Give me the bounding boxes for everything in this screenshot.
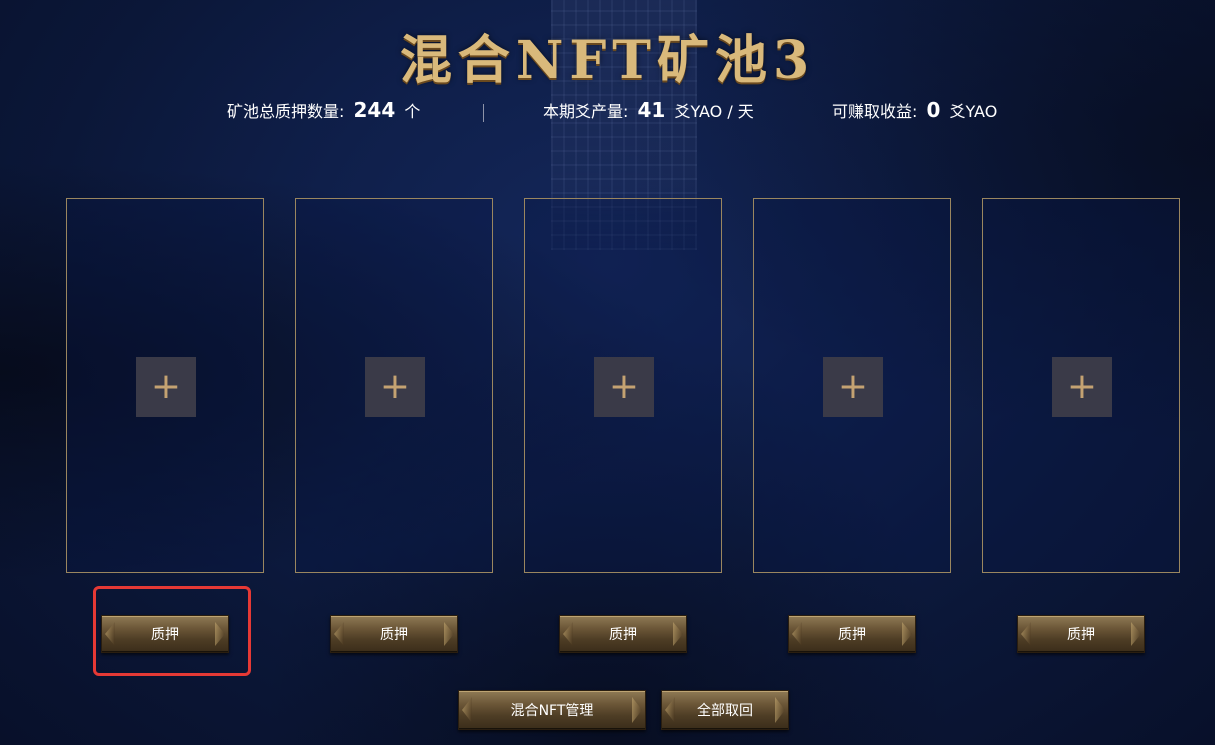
stake-button-1[interactable]: 质押 <box>101 615 229 653</box>
withdraw-all-button[interactable]: 全部取回 <box>661 690 789 730</box>
stats-divider <box>483 104 484 122</box>
stat-period-output: 本期爻产量: 41 爻YAO / 天 <box>543 98 754 122</box>
nft-slot-2: + <box>295 198 493 573</box>
page-title: 混合NFT矿池3 <box>399 30 816 91</box>
nft-slot-5: + <box>982 198 1180 573</box>
stat-total-staked-unit: 个 <box>404 102 421 121</box>
stat-earnable-unit: 爻YAO <box>949 102 998 121</box>
stat-total-staked-value: 244 <box>353 98 396 122</box>
stat-total-staked-label: 矿池总质押数量: <box>227 102 345 121</box>
plus-icon: + <box>150 366 182 407</box>
manage-nft-button[interactable]: 混合NFT管理 <box>458 690 646 730</box>
pool-stats: 矿池总质押数量: 244 个 本期爻产量: 41 爻YAO / 天 可赚取收益:… <box>0 98 1215 124</box>
stat-period-output-label: 本期爻产量: <box>543 102 629 121</box>
stat-period-output-unit: 爻YAO / 天 <box>674 102 754 121</box>
add-nft-button[interactable]: + <box>136 357 196 417</box>
stat-earnable-value: 0 <box>926 98 941 122</box>
stake-button-5[interactable]: 质押 <box>1017 615 1145 653</box>
stat-earnable-label: 可赚取收益: <box>832 102 918 121</box>
plus-icon: + <box>1066 366 1098 407</box>
plus-icon: + <box>837 366 869 407</box>
plus-icon: + <box>608 366 640 407</box>
add-nft-button[interactable]: + <box>1052 357 1112 417</box>
add-nft-button[interactable]: + <box>365 357 425 417</box>
nft-slot-4: + <box>753 198 951 573</box>
stake-button-2[interactable]: 质押 <box>330 615 458 653</box>
nft-slot-1: + <box>66 198 264 573</box>
add-nft-button[interactable]: + <box>594 357 654 417</box>
add-nft-button[interactable]: + <box>823 357 883 417</box>
plus-icon: + <box>379 366 411 407</box>
stake-button-3[interactable]: 质押 <box>559 615 687 653</box>
stat-earnable: 可赚取收益: 0 爻YAO <box>832 98 997 122</box>
stat-total-staked: 矿池总质押数量: 244 个 <box>227 98 420 122</box>
stake-button-4[interactable]: 质押 <box>788 615 916 653</box>
nft-slot-3: + <box>524 198 722 573</box>
stat-period-output-value: 41 <box>637 98 666 122</box>
